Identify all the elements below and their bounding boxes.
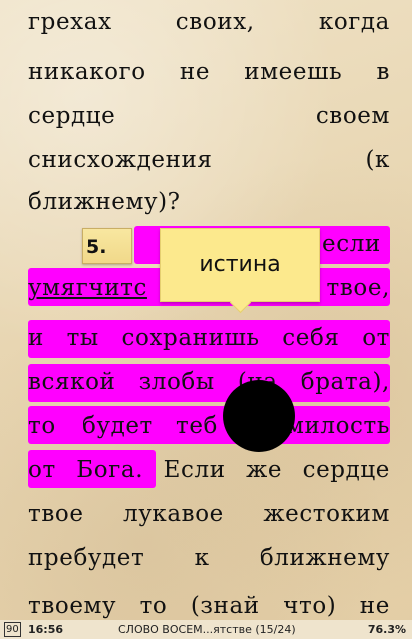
status-bar: 90 16:56 СЛОВО ВОСЕМ...ятстве (15/24) 76…: [0, 620, 412, 639]
word[interactable]: имеешь: [244, 54, 342, 90]
word[interactable]: сердце: [28, 98, 115, 134]
word[interactable]: от: [362, 320, 390, 356]
text-line: если: [322, 226, 390, 262]
word[interactable]: теб: [176, 408, 218, 444]
text-line: сердце своем: [28, 98, 390, 134]
word[interactable]: твоему: [28, 588, 116, 620]
word[interactable]: к: [195, 540, 210, 576]
word[interactable]: и: [28, 320, 44, 356]
word[interactable]: в: [376, 54, 390, 90]
text-line: то будет теб милость: [28, 408, 390, 444]
word[interactable]: (знай: [191, 588, 260, 620]
word[interactable]: грехах: [28, 4, 112, 40]
word[interactable]: не: [360, 588, 390, 620]
word[interactable]: что): [283, 588, 336, 620]
word[interactable]: никакого: [28, 54, 146, 90]
word[interactable]: снисхождения: [28, 142, 213, 178]
word[interactable]: умягчитс: [28, 275, 147, 301]
text-line: всякой злобы (на брата),: [28, 364, 390, 400]
word[interactable]: не: [180, 54, 210, 90]
text-line: грехах своих, когда: [28, 4, 390, 40]
word[interactable]: от: [28, 452, 56, 488]
word[interactable]: ты: [67, 320, 99, 356]
word[interactable]: то: [140, 588, 168, 620]
word[interactable]: сердце: [303, 452, 390, 488]
word[interactable]: если: [322, 231, 381, 257]
word[interactable]: брата),: [301, 364, 390, 400]
word[interactable]: твое: [28, 496, 84, 532]
verse-number: 5.: [86, 236, 107, 258]
text-line: ближнему)?: [28, 184, 390, 220]
word[interactable]: когда: [319, 4, 390, 40]
verse-number-badge[interactable]: 5.: [82, 228, 132, 264]
text-line: и ты сохранишь себя от: [28, 320, 390, 356]
word[interactable]: то: [28, 408, 56, 444]
text-line: снисхождения (к: [28, 142, 390, 178]
word[interactable]: Бога.: [76, 452, 143, 488]
word[interactable]: пребудет: [28, 540, 144, 576]
word[interactable]: будет: [82, 408, 153, 444]
word[interactable]: себя: [282, 320, 339, 356]
text-line: никакого не имеешь в: [28, 54, 390, 90]
clock: 16:56: [28, 623, 64, 636]
touch-indicator: [223, 380, 295, 452]
word[interactable]: лукавое: [123, 496, 224, 532]
word[interactable]: ближнему)?: [28, 189, 181, 215]
text-line: пребудет к ближнему: [28, 540, 390, 576]
definition-tooltip[interactable]: истина: [160, 228, 320, 302]
text-line: твое лукавое жестоким: [28, 496, 390, 532]
reader-page[interactable]: грехах своих, когда никакого не имеешь в…: [0, 0, 412, 620]
word[interactable]: ближнему: [260, 540, 390, 576]
word[interactable]: своих,: [176, 4, 255, 40]
word[interactable]: же: [246, 452, 282, 488]
text-line: твоему то (знай что) не: [28, 588, 390, 620]
word[interactable]: милость: [286, 408, 390, 444]
word[interactable]: сохранишь: [122, 320, 260, 356]
word[interactable]: жестоким: [263, 496, 390, 532]
reading-progress: 76.3%: [367, 623, 406, 636]
word[interactable]: всякой: [28, 364, 116, 400]
word[interactable]: твое,: [327, 270, 390, 306]
book-title: СЛОВО ВОСЕМ...ятстве (15/24): [118, 623, 296, 636]
word[interactable]: (к: [365, 142, 390, 178]
tooltip-text: истина: [199, 252, 281, 277]
battery-indicator: 90: [4, 622, 21, 637]
word[interactable]: Если: [164, 452, 226, 488]
text-line: от Бога. Если же сердце: [28, 452, 390, 488]
word[interactable]: своем: [316, 98, 390, 134]
word[interactable]: злобы: [139, 364, 215, 400]
